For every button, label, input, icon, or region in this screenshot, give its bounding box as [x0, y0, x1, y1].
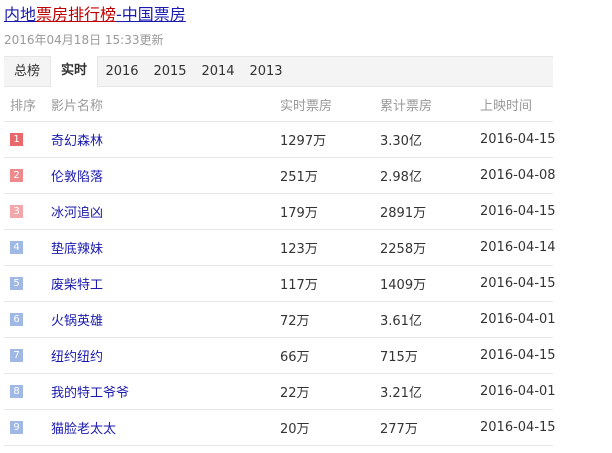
tab-total[interactable]: 总榜 [4, 57, 50, 86]
realtime-boxoffice-cell: 72万 [280, 314, 310, 329]
film-name-cell: 垫底辣妹 [51, 230, 103, 265]
release-date-cell: 2016-04-14 [480, 240, 556, 255]
film-name-link[interactable]: 火锅英雄 [51, 310, 103, 329]
table-header: 排序 影片名称 实时票房 累计票房 上映时间 [4, 87, 553, 122]
rank-cell: 7 [10, 338, 23, 373]
release-date-cell: 2016-04-01 [480, 312, 556, 327]
total-boxoffice-cell: 1409万 [380, 278, 427, 293]
realtime-boxoffice-cell: 123万 [280, 242, 318, 257]
table-row: 1 奇幻森林 1297万 3.30亿 2016-04-15 [4, 122, 556, 158]
release-date-cell: 2016-04-01 [480, 384, 556, 399]
table-row: 6 火锅英雄 72万 3.61亿 2016-04-01 [4, 302, 556, 338]
film-name-cell: 废柴特工 [51, 266, 103, 301]
rank-cell: 2 [10, 158, 23, 193]
tab-bar: 总榜 实时 2016 2015 2014 2013 [4, 56, 553, 87]
rank-badge: 7 [10, 349, 23, 362]
boxoffice-table: 排序 影片名称 实时票房 累计票房 上映时间 1 奇幻森林 1297万 3.30亿 20… [4, 87, 556, 446]
update-timestamp: 2016年04月18日 15:33更新 [4, 33, 164, 47]
film-name-cell: 奇幻森林 [51, 122, 103, 157]
page-title: 内地票房排行榜-中国票房 [4, 4, 186, 26]
header-rank: 排序 [10, 98, 37, 114]
rank-badge: 3 [10, 205, 23, 218]
rank-cell: 8 [10, 374, 23, 409]
rank-cell: 6 [10, 302, 23, 337]
rank-badge: 6 [10, 313, 23, 326]
film-name-cell: 猫脸老太太 [51, 410, 116, 445]
release-date-cell: 2016-04-15 [480, 420, 556, 435]
film-name-cell: 冰河追凶 [51, 194, 103, 229]
realtime-boxoffice-cell: 179万 [280, 206, 318, 221]
film-name-link[interactable]: 猫脸老太太 [51, 418, 116, 437]
table-row: 2 伦敦陷落 251万 2.98亿 2016-04-08 [4, 158, 556, 194]
film-name-link[interactable]: 纽约纽约 [51, 346, 103, 365]
realtime-boxoffice-cell: 117万 [280, 278, 318, 293]
film-name-cell: 火锅英雄 [51, 302, 103, 337]
rank-badge: 4 [10, 241, 23, 254]
release-date-cell: 2016-04-15 [480, 348, 556, 363]
total-boxoffice-cell: 3.30亿 [380, 134, 422, 149]
film-name-link[interactable]: 废柴特工 [51, 274, 103, 293]
table-row: 8 我的特工爷爷 22万 3.21亿 2016-04-01 [4, 374, 556, 410]
total-boxoffice-cell: 3.21亿 [380, 386, 422, 401]
header-release-date: 上映时间 [480, 98, 533, 114]
title-link-boxoffice-ranking[interactable]: 票房排行榜 [36, 5, 116, 24]
release-date-cell: 2016-04-15 [480, 132, 556, 147]
header-film-name: 影片名称 [51, 98, 104, 114]
rank-badge: 5 [10, 277, 23, 290]
film-name-link[interactable]: 伦敦陷落 [51, 166, 103, 185]
table-row: 9 猫脸老太太 20万 277万 2016-04-15 [4, 410, 556, 446]
title-link-china-boxoffice[interactable]: -中国票房 [116, 5, 186, 24]
total-boxoffice-cell: 2891万 [380, 206, 427, 221]
rank-cell: 4 [10, 230, 23, 265]
title-link-mainland[interactable]: 内地 [4, 5, 36, 24]
total-boxoffice-cell: 2258万 [380, 242, 427, 257]
film-name-link[interactable]: 冰河追凶 [51, 202, 103, 221]
total-boxoffice-cell: 277万 [380, 422, 418, 437]
rank-cell: 3 [10, 194, 23, 229]
rank-cell: 1 [10, 122, 23, 157]
tab-2015[interactable]: 2015 [146, 57, 194, 86]
release-date-cell: 2016-04-15 [480, 204, 556, 219]
table-row: 3 冰河追凶 179万 2891万 2016-04-15 [4, 194, 556, 230]
release-date-cell: 2016-04-08 [480, 168, 556, 183]
total-boxoffice-cell: 715万 [380, 350, 418, 365]
tab-2013[interactable]: 2013 [242, 57, 290, 86]
realtime-boxoffice-cell: 1297万 [280, 134, 327, 149]
film-name-cell: 伦敦陷落 [51, 158, 103, 193]
film-name-link[interactable]: 我的特工爷爷 [51, 382, 129, 401]
total-boxoffice-cell: 3.61亿 [380, 314, 422, 329]
rank-badge: 9 [10, 421, 23, 434]
release-date-cell: 2016-04-15 [480, 276, 556, 291]
film-name-link[interactable]: 垫底辣妹 [51, 238, 103, 257]
rank-badge: 2 [10, 169, 23, 182]
tab-2014[interactable]: 2014 [194, 57, 242, 86]
table-row: 4 垫底辣妹 123万 2258万 2016-04-14 [4, 230, 556, 266]
tab-realtime[interactable]: 实时 [50, 56, 98, 87]
table-row: 5 废柴特工 117万 1409万 2016-04-15 [4, 266, 556, 302]
rank-cell: 5 [10, 266, 23, 301]
tab-2016[interactable]: 2016 [98, 57, 146, 86]
realtime-boxoffice-cell: 20万 [280, 422, 310, 437]
rank-cell: 9 [10, 410, 23, 445]
rank-badge: 1 [10, 133, 23, 146]
realtime-boxoffice-cell: 66万 [280, 350, 310, 365]
realtime-boxoffice-cell: 22万 [280, 386, 310, 401]
film-name-cell: 纽约纽约 [51, 338, 103, 373]
rank-badge: 8 [10, 385, 23, 398]
header-realtime-boxoffice: 实时票房 [280, 98, 333, 114]
total-boxoffice-cell: 2.98亿 [380, 170, 422, 185]
film-name-cell: 我的特工爷爷 [51, 374, 129, 409]
table-row: 7 纽约纽约 66万 715万 2016-04-15 [4, 338, 556, 374]
header-total-boxoffice: 累计票房 [380, 98, 433, 114]
film-name-link[interactable]: 奇幻森林 [51, 130, 103, 149]
realtime-boxoffice-cell: 251万 [280, 170, 318, 185]
